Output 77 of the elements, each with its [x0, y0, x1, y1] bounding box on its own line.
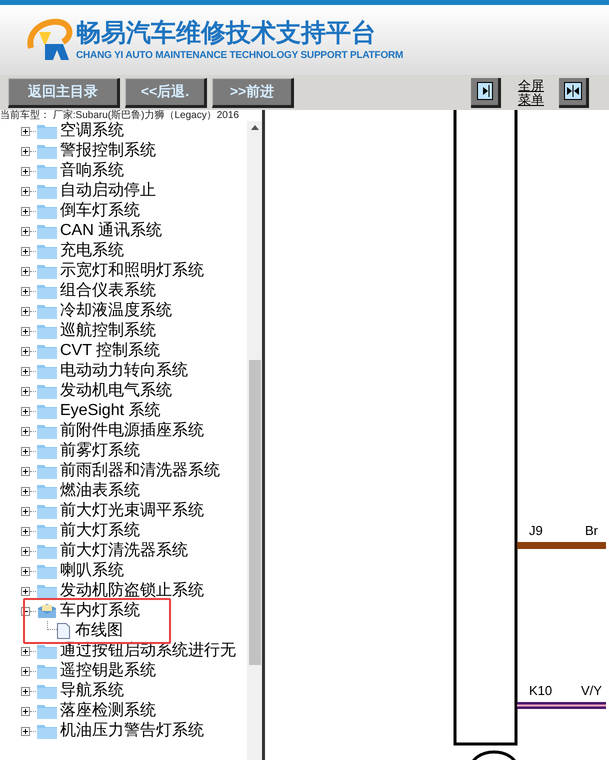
folder-icon	[37, 243, 57, 259]
folder-icon	[37, 143, 57, 159]
folder-icon	[37, 223, 57, 239]
expand-toggle[interactable]	[21, 306, 30, 316]
expand-toggle[interactable]	[21, 686, 30, 696]
arrows-inward-icon	[564, 82, 582, 100]
open-folder-icon	[37, 603, 57, 619]
expand-toggle[interactable]	[21, 166, 30, 176]
wire-color-label: V/Y	[581, 683, 602, 698]
folder-icon	[37, 263, 57, 279]
folder-icon	[37, 343, 57, 359]
folder-icon	[37, 703, 57, 719]
folder-icon	[37, 643, 57, 659]
folder-icon	[37, 183, 57, 199]
vehicle-info: 当前车型： 厂家:Subaru(斯巴鲁)力狮（Legacy）2016	[0, 110, 240, 121]
folder-icon	[37, 363, 57, 379]
pin-label: K10	[529, 683, 552, 698]
folder-icon	[37, 483, 57, 499]
folder-icon	[37, 423, 57, 439]
expand-toggle[interactable]	[21, 466, 30, 476]
folder-icon	[37, 443, 57, 459]
split-view-button[interactable]	[559, 78, 589, 108]
expand-toggle[interactable]	[21, 146, 30, 156]
folder-icon	[37, 503, 57, 519]
scrollbar-thumb[interactable]	[248, 360, 260, 665]
folder-icon	[37, 203, 57, 219]
expand-toggle[interactable]	[21, 186, 30, 196]
expand-toggle[interactable]	[21, 486, 30, 496]
folder-icon	[37, 403, 57, 419]
expand-toggle[interactable]	[21, 386, 30, 396]
folder-icon	[37, 463, 57, 479]
expand-toggle[interactable]	[21, 126, 30, 136]
expand-toggle[interactable]	[21, 666, 30, 676]
header-title: 畅易汽车维修技术支持平台	[76, 18, 377, 48]
expand-toggle[interactable]	[21, 346, 30, 356]
expand-toggle[interactable]	[21, 526, 30, 536]
expand-toggle[interactable]	[21, 266, 30, 276]
expand-toggle[interactable]	[21, 726, 30, 736]
show-menu-button[interactable]	[471, 78, 501, 108]
folder-icon	[37, 663, 57, 679]
scroll-up-icon[interactable]	[250, 125, 258, 130]
folder-icon	[37, 303, 57, 319]
document-icon	[57, 623, 70, 639]
expand-toggle[interactable]	[21, 506, 30, 516]
expand-toggle[interactable]	[21, 286, 30, 296]
expand-toggle[interactable]	[21, 206, 30, 216]
fullscreen-menu-link[interactable]: 全屏菜单	[518, 78, 546, 106]
expand-toggle[interactable]	[21, 246, 30, 256]
expand-toggle[interactable]	[21, 406, 30, 416]
expand-toggle[interactable]	[21, 546, 30, 556]
wire-color-label: Br	[585, 523, 598, 538]
folder-icon	[37, 583, 57, 599]
folder-icon	[37, 123, 57, 139]
folder-icon	[37, 523, 57, 539]
folder-icon	[37, 563, 57, 579]
expand-toggle[interactable]	[21, 366, 30, 376]
folder-icon	[37, 163, 57, 179]
expand-toggle[interactable]	[21, 566, 30, 576]
arrow-right-icon	[476, 82, 492, 100]
folder-icon	[37, 543, 57, 559]
pin-label: J9	[529, 523, 543, 538]
folder-icon	[37, 283, 57, 299]
expand-toggle[interactable]	[21, 586, 30, 596]
expand-toggle[interactable]	[21, 646, 30, 656]
folder-icon	[37, 323, 57, 339]
expand-toggle[interactable]	[21, 326, 30, 336]
folder-icon	[37, 683, 57, 699]
folder-icon	[37, 383, 57, 399]
expand-toggle[interactable]	[21, 446, 30, 456]
logo-icon	[25, 18, 73, 62]
folder-icon	[37, 723, 57, 739]
expand-toggle[interactable]	[21, 426, 30, 436]
ground-symbol	[470, 750, 518, 760]
header-subtitle: CHANG YI AUTO MAINTENANCE TECHNOLOGY SUPPORT PLATFORM	[76, 48, 404, 62]
expand-toggle[interactable]	[21, 226, 30, 236]
expand-toggle[interactable]	[21, 706, 30, 716]
scrollbar[interactable]	[247, 121, 262, 760]
